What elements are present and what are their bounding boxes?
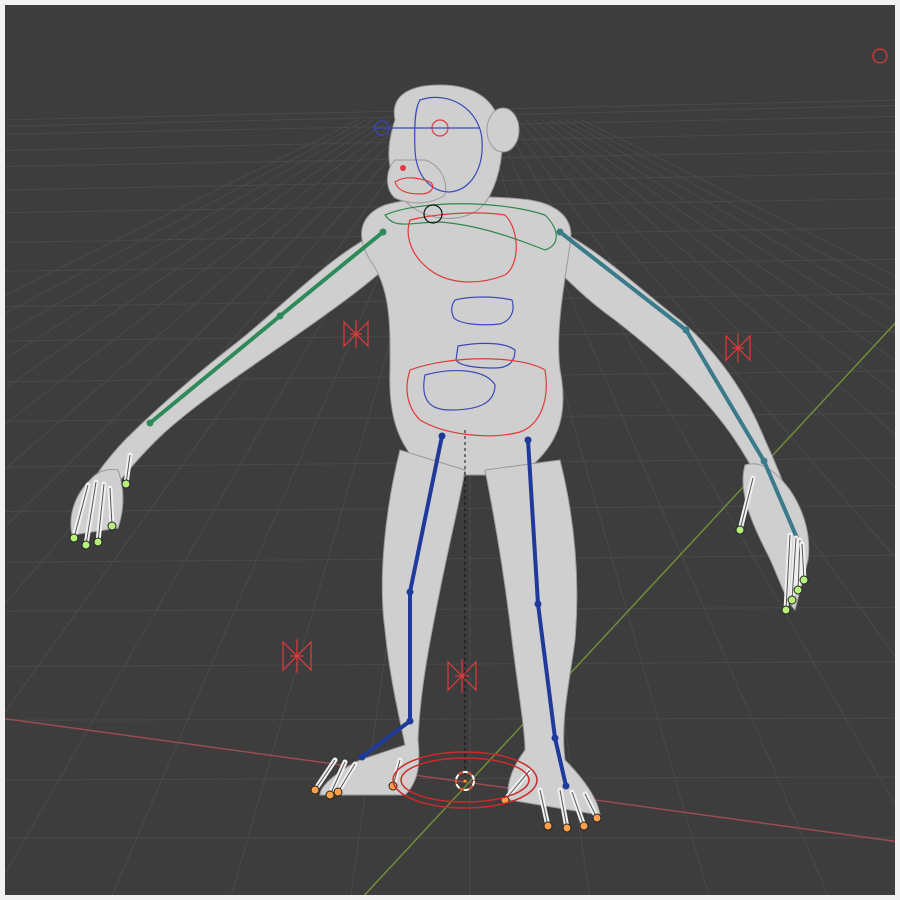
digit-tip[interactable] xyxy=(333,787,343,797)
digit-tip[interactable] xyxy=(799,575,809,585)
bone-joint[interactable] xyxy=(562,782,570,790)
grid-line xyxy=(557,119,900,338)
chin-control[interactable] xyxy=(400,165,406,171)
digit-tip[interactable] xyxy=(592,813,602,823)
pole-target-left-knee-icon[interactable] xyxy=(282,639,312,673)
mesh-torso[interactable] xyxy=(361,196,572,476)
digit-tip[interactable] xyxy=(793,585,803,595)
bone-joint[interactable] xyxy=(406,588,414,596)
frame-border-bottom xyxy=(0,895,900,900)
bone-joint[interactable] xyxy=(276,312,284,320)
grid-line xyxy=(573,119,900,296)
grid-line xyxy=(581,119,900,279)
digit-tip[interactable] xyxy=(81,540,91,550)
digit-tip[interactable] xyxy=(310,785,320,795)
grid-line xyxy=(533,119,900,440)
bone-joint[interactable] xyxy=(682,326,690,334)
frame-border-top xyxy=(0,0,900,5)
3d-viewport[interactable] xyxy=(0,0,900,900)
bone-joint[interactable] xyxy=(551,734,559,742)
3d-cursor-dot xyxy=(463,779,467,783)
bone-joint[interactable] xyxy=(760,457,768,465)
circle-top-right[interactable] xyxy=(872,48,888,64)
grid-line xyxy=(0,554,900,563)
grid-line xyxy=(549,119,900,365)
digit-tip[interactable] xyxy=(107,521,117,531)
digit-tip[interactable] xyxy=(325,790,335,800)
digit-tip[interactable] xyxy=(93,537,103,547)
scene-canvas[interactable] xyxy=(0,0,900,900)
bone-joint[interactable] xyxy=(556,228,564,236)
digit-tip[interactable] xyxy=(562,823,572,833)
grid-line xyxy=(0,606,900,612)
mesh-right-ear[interactable] xyxy=(486,107,520,153)
digit-tip[interactable] xyxy=(69,533,79,543)
frame-border-right xyxy=(895,0,900,900)
bone-joint[interactable] xyxy=(406,717,414,725)
bone-joint[interactable] xyxy=(358,753,366,761)
ik-target-right-elbow-icon[interactable] xyxy=(725,333,751,363)
digit-tip[interactable] xyxy=(543,821,553,831)
mesh-left-leg[interactable] xyxy=(319,449,466,796)
ik-target-left-elbow-icon[interactable] xyxy=(343,319,369,349)
grid-line xyxy=(565,119,900,315)
bone-joint[interactable] xyxy=(146,419,154,427)
digit-tip[interactable] xyxy=(787,595,797,605)
digit-tip[interactable] xyxy=(121,479,131,489)
bone-joint[interactable] xyxy=(379,228,387,236)
bone-joint[interactable] xyxy=(534,600,542,608)
grid-line xyxy=(0,717,900,721)
bone-joint[interactable] xyxy=(524,436,532,444)
digit-tip[interactable] xyxy=(579,821,589,831)
left-arm-bone[interactable] xyxy=(148,230,385,425)
digit-tip[interactable] xyxy=(735,525,745,535)
digit-tip[interactable] xyxy=(781,605,791,615)
bone-joint[interactable] xyxy=(438,432,446,440)
frame-border-left xyxy=(0,0,5,900)
